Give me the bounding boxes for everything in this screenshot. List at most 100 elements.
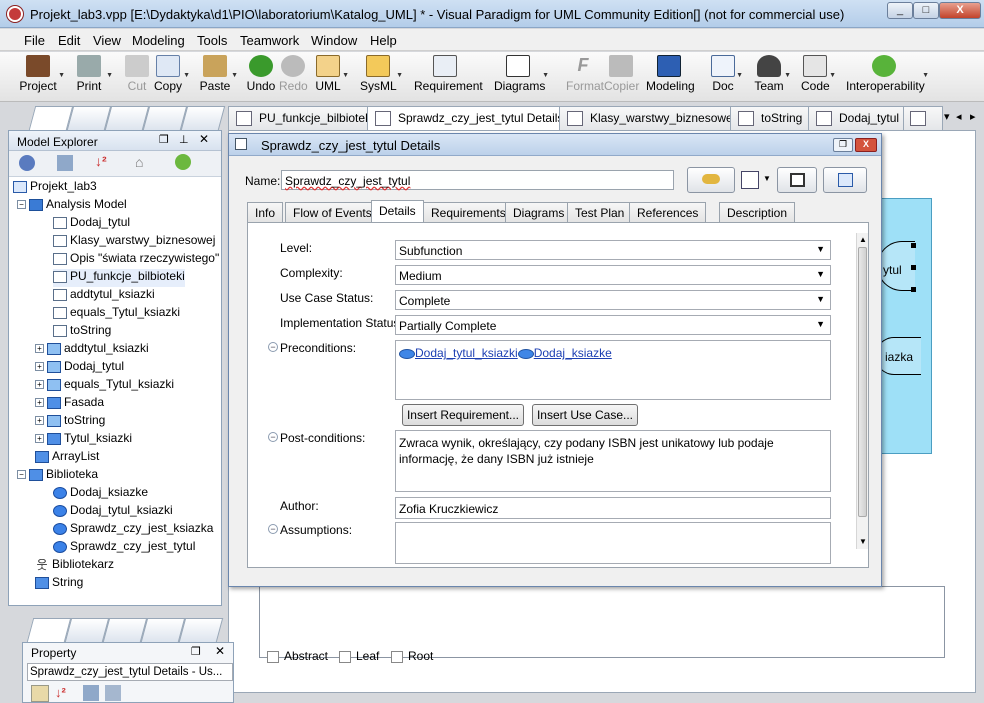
tab-diagrams[interactable]: Diagrams	[505, 202, 573, 222]
collapse-icon[interactable]: −	[17, 470, 26, 480]
root-checkbox[interactable]: Root	[391, 649, 433, 663]
interoperability-button[interactable]: Interoperability ▼	[846, 54, 929, 100]
precondition-link[interactable]: Dodaj_ksiazke	[534, 346, 612, 360]
abstract-checkbox[interactable]: Abstract	[267, 649, 328, 663]
tab-requirements[interactable]: Requirements	[423, 202, 514, 222]
level-select[interactable]: Subfunction ▼	[395, 240, 831, 260]
diagrams-button[interactable]: Diagrams ▼	[494, 54, 549, 100]
link-button[interactable]	[687, 167, 735, 193]
tab-flow-of-events[interactable]: Flow of Events	[285, 202, 380, 222]
insert-use-case-button[interactable]: Insert Use Case...	[532, 404, 638, 426]
refresh-icon[interactable]	[175, 154, 191, 170]
restore-icon[interactable]: ❐	[191, 645, 201, 658]
uml-button[interactable]: UML ▼	[314, 54, 349, 100]
pin-icon[interactable]: ⊥	[179, 133, 189, 146]
tree-item-diagram[interactable]: Opis "świata rzeczywistego"	[53, 251, 219, 269]
tree-item-interaction[interactable]: + toString	[35, 413, 105, 431]
description-area[interactable]	[259, 586, 945, 658]
complexity-select[interactable]: Medium ▼	[395, 265, 831, 285]
tab-pu-funkcje[interactable]: PU_funkcje_bilbioteki	[228, 106, 381, 130]
expand-icon[interactable]: +	[35, 434, 44, 444]
redo-button[interactable]: Redo	[279, 54, 308, 100]
tab-klasy[interactable]: Klasy_warstwy_biznesowej	[559, 106, 743, 130]
expand-icon[interactable]: +	[35, 380, 44, 390]
sort-icon[interactable]: ↓²	[95, 153, 107, 169]
selection-handle[interactable]	[911, 265, 916, 270]
menu-modeling[interactable]: Modeling	[132, 33, 185, 48]
tree-item-class[interactable]: ArrayList	[35, 449, 99, 467]
scroll-thumb[interactable]	[858, 247, 867, 517]
collapse-icon[interactable]: −	[268, 524, 278, 534]
tab-overflow[interactable]	[903, 106, 943, 130]
close-button[interactable]: X	[939, 2, 981, 19]
maximize-button[interactable]: □	[913, 2, 939, 19]
tree-item-class[interactable]: String	[35, 575, 83, 593]
tree-item-diagram[interactable]: equals_Tytul_ksiazki	[53, 305, 180, 323]
tab-prev-icon[interactable]: ◂	[956, 110, 962, 123]
name-input[interactable]: Sprawdz_czy_jest_tytul	[281, 170, 674, 190]
team-button[interactable]: Team ▼	[754, 54, 791, 100]
tab-test-plan[interactable]: Test Plan	[567, 202, 633, 222]
tab-references[interactable]: References	[629, 202, 707, 222]
dropdown-icon[interactable]: ▼	[763, 174, 771, 183]
tree-item-use-case[interactable]: Sprawdz_czy_jest_ksiazka	[53, 521, 213, 539]
sysml-button[interactable]: SysML ▼	[360, 54, 403, 100]
tree-item-diagram[interactable]: Dodaj_tytul	[53, 215, 130, 233]
scroll-down-icon[interactable]: ▼	[859, 537, 867, 546]
tree-item-diagram[interactable]: toString	[53, 323, 111, 341]
expand-icon[interactable]: +	[35, 416, 44, 426]
maximize-editor-button[interactable]	[777, 167, 817, 193]
modeling-button[interactable]: Modeling	[646, 54, 695, 100]
tree-item-class[interactable]: + Fasada	[35, 395, 104, 413]
tree-item-diagram[interactable]: addtytul_ksiazki	[53, 287, 155, 305]
copy-button[interactable]: Copy ▼	[153, 54, 190, 100]
tree-item-diagram[interactable]: PU_funkcje_bilbioteki	[53, 269, 185, 287]
preconditions-editor[interactable]: Dodaj_tytul_ksiazki Dodaj_ksiazke	[395, 340, 831, 400]
tree-item-use-case[interactable]: Sprawdz_czy_jest_tytul	[53, 539, 195, 557]
tab-details[interactable]: Details	[371, 200, 424, 223]
tree-item-use-case[interactable]: Dodaj_ksiazke	[53, 485, 148, 503]
format-button[interactable]: F Format	[566, 54, 604, 100]
menu-help[interactable]: Help	[370, 33, 397, 48]
tab-list-icon[interactable]: ▾	[944, 110, 950, 123]
menu-teamwork[interactable]: Teamwork	[240, 33, 299, 48]
tree-item-use-case[interactable]: Dodaj_tytul_ksiazki	[53, 503, 173, 521]
menu-file[interactable]: File	[24, 33, 45, 48]
tab-info[interactable]: Info	[247, 202, 284, 222]
categorized-icon[interactable]	[31, 685, 49, 702]
doc-button[interactable]: Doc ▼	[710, 54, 743, 100]
copier-button[interactable]: Copier	[604, 54, 639, 100]
insert-requirement-button[interactable]: Insert Requirement...	[402, 404, 524, 426]
tree-view-icon[interactable]	[57, 155, 73, 171]
new-model-icon[interactable]	[19, 155, 35, 171]
close-icon[interactable]: X	[855, 138, 877, 152]
tab-next-icon[interactable]: ▸	[970, 110, 976, 123]
sort-icon[interactable]: ↓²	[55, 685, 66, 700]
menu-view[interactable]: View	[93, 33, 121, 48]
use-case-status-select[interactable]: Complete ▼	[395, 290, 831, 310]
tree-item-class[interactable]: − Biblioteka	[17, 467, 98, 485]
layers-tab[interactable]	[178, 618, 224, 642]
close-panel-icon[interactable]: ✕	[199, 132, 209, 146]
assumptions-editor[interactable]	[395, 522, 831, 564]
tree-item-project[interactable]: Projekt_lab3	[13, 179, 97, 197]
paste-button[interactable]: Paste ▼	[199, 54, 238, 100]
expand-icon[interactable]: +	[35, 398, 44, 408]
open-spec-button[interactable]	[823, 167, 867, 193]
property-target-select[interactable]: Sprawdz_czy_jest_tytul Details - Us...	[27, 663, 233, 681]
tab-dodaj-tytul[interactable]: Dodaj_tytul	[808, 106, 907, 130]
edit-icon[interactable]	[741, 171, 759, 189]
selection-handle[interactable]	[911, 287, 916, 292]
post-conditions-editor[interactable]: Zwraca wynik, określający, czy podany IS…	[395, 430, 831, 492]
cut-button[interactable]: Cut	[124, 54, 150, 100]
expand-all-icon[interactable]	[83, 685, 99, 701]
tab-details[interactable]: Sprawdz_czy_jest_tytul Details	[367, 106, 571, 132]
up-icon[interactable]: ⌂	[135, 154, 143, 170]
code-button[interactable]: Code ▼	[801, 54, 836, 100]
leaf-checkbox[interactable]: Leaf	[339, 649, 379, 663]
undo-button[interactable]: Undo	[246, 54, 276, 100]
collapse-icon[interactable]: −	[17, 200, 26, 210]
author-input[interactable]: Zofia Kruczkiewicz	[395, 497, 831, 519]
selection-handle[interactable]	[911, 243, 916, 248]
tree-item-interaction[interactable]: + equals_Tytul_ksiazki	[35, 377, 174, 395]
